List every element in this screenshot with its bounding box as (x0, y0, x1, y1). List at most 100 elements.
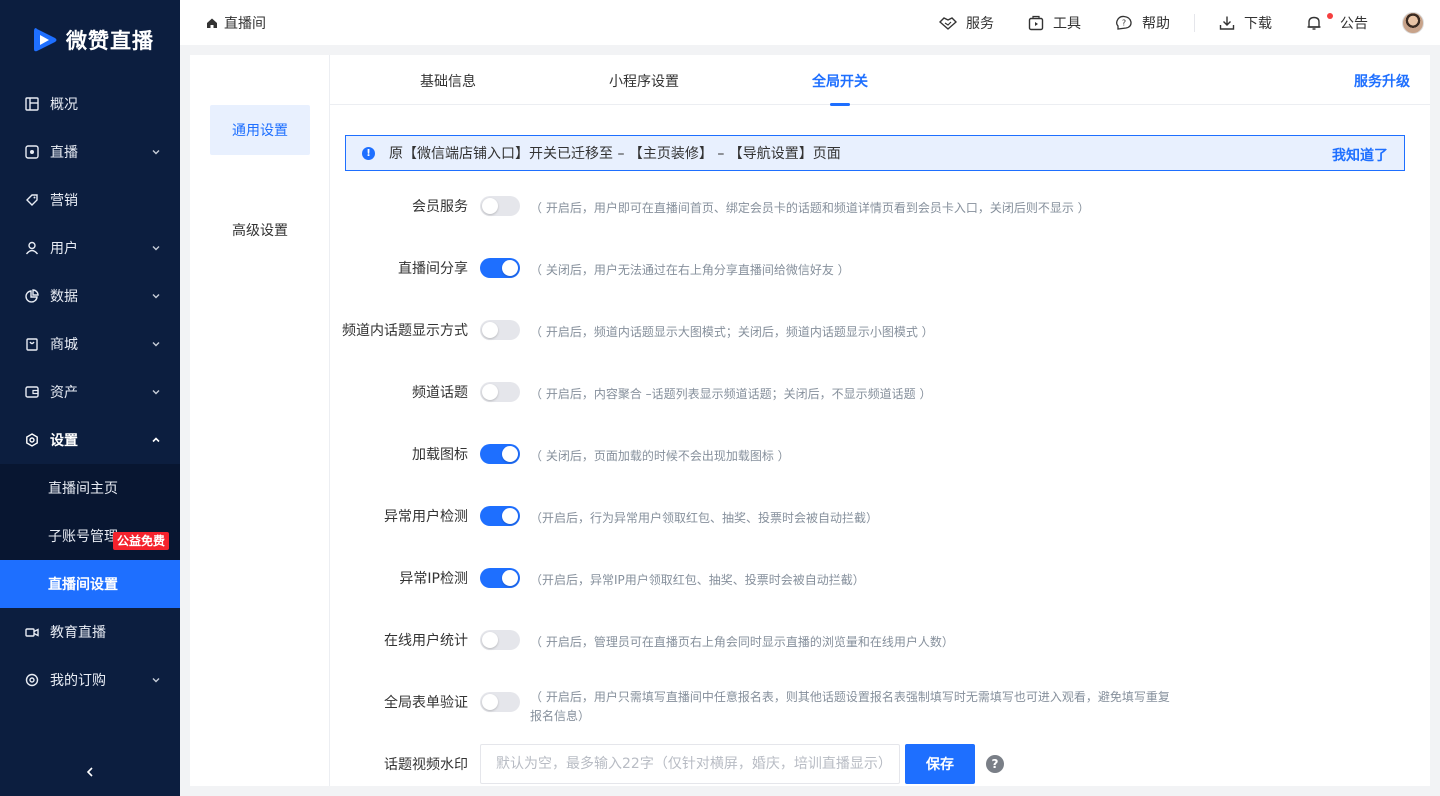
svg-text:?: ? (1122, 18, 1126, 27)
service-button[interactable]: 服务 (939, 13, 994, 33)
sidebar-item-label: 商城 (50, 337, 78, 353)
setting-desc: （ 开启后，频道内话题显示大图模式；关闭后，频道内话题显示小图模式 ） (530, 325, 934, 339)
breadcrumb-label: 直播间 (224, 16, 266, 32)
settings-tabs: 基础信息 小程序设置 全局开关 服务升级 (330, 55, 1430, 106)
tab-miniprogram[interactable]: 小程序设置 (609, 71, 679, 91)
settings-leftnav: 通用设置 高级设置 (190, 55, 330, 786)
sidebar-item-assets[interactable]: 资产 (0, 368, 180, 416)
divider (1194, 13, 1195, 32)
sidebar-item-label: 设置 (50, 433, 78, 449)
setting-desc: （ 关闭后，用户无法通过在右上角分享直播间给微信好友 ） (530, 263, 850, 277)
live-icon (24, 144, 40, 160)
sidebar: 微赞直播 概况 直播 营销 用户 数据 商城 资产 设置 直播间主页 子账号管理… (0, 0, 180, 796)
toggle-knob (502, 570, 518, 586)
sidebar-item-overview[interactable]: 概况 (0, 80, 180, 128)
toggle-online-stats[interactable] (480, 630, 520, 650)
chevron-down-icon (152, 150, 160, 155)
sidebar-item-marketing[interactable]: 营销 (0, 176, 180, 224)
toggle-knob (502, 260, 518, 276)
setting-row-member-service: 会员服务 （ 开启后，用户即可在直播间首页、绑定会员卡的话题和频道详情页看到会员… (330, 186, 1430, 226)
toggle-global-form[interactable] (480, 692, 520, 712)
toggle-knob (482, 384, 498, 400)
help-label: 帮助 (1142, 15, 1170, 32)
toggle-member-service[interactable] (480, 196, 520, 216)
alert-dismiss-button[interactable]: 我知道了 (1332, 145, 1388, 165)
sidebar-item-users[interactable]: 用户 (0, 224, 180, 272)
sidebar-item-data[interactable]: 数据 (0, 272, 180, 320)
toggle-knob (502, 508, 518, 524)
toolbox-icon (1028, 15, 1044, 30)
toggle-knob (482, 632, 498, 648)
sidebar-item-live[interactable]: 直播 (0, 128, 180, 176)
tag-icon (24, 192, 40, 208)
save-button[interactable]: 保存 (905, 744, 975, 784)
free-badge: 公益免费 (113, 532, 170, 550)
help-icon: ? (1116, 15, 1132, 30)
leftnav-general[interactable]: 通用设置 (210, 105, 310, 155)
toggle-share[interactable] (480, 258, 520, 278)
sidebar-item-label: 营销 (50, 193, 78, 209)
help-button[interactable]: ? 帮助 (1115, 13, 1170, 33)
settings-card: 通用设置 高级设置 基础信息 小程序设置 全局开关 服务升级 ! 原【微信端店铺… (190, 55, 1430, 786)
service-label: 服务 (966, 15, 994, 32)
toggle-channel-topics[interactable] (480, 382, 520, 402)
shop-icon (24, 336, 40, 352)
logo[interactable]: 微赞直播 (0, 0, 180, 80)
top-actions: 服务 工具 ? 帮助 下载 公告 (939, 0, 1440, 45)
toggle-loading-icon[interactable] (480, 444, 520, 464)
breadcrumb[interactable]: 直播间 (206, 13, 266, 33)
avatar[interactable] (1402, 11, 1424, 34)
sidebar-subitem-live-settings[interactable]: 直播间设置 (0, 560, 180, 608)
sidebar-item-label: 直播 (50, 145, 78, 161)
watermark-input[interactable] (480, 744, 900, 784)
collapse-sidebar-button[interactable] (0, 748, 180, 796)
setting-row-abnormal-ip: 异常IP检测 （开启后，异常IP用户领取红包、抽奖、投票时会被自动拦截） (330, 558, 1430, 598)
leftnav-advanced[interactable]: 高级设置 (210, 205, 310, 255)
toggle-abnormal-user[interactable] (480, 506, 520, 526)
sidebar-subitem-live-home[interactable]: 直播间主页 (0, 464, 180, 512)
unread-dot (1327, 12, 1333, 19)
tools-button[interactable]: 工具 (1028, 13, 1081, 33)
handshake-icon (939, 16, 957, 30)
setting-row-share: 直播间分享 （ 关闭后，用户无法通过在右上角分享直播间给微信好友 ） (330, 248, 1430, 288)
notice-button[interactable]: 公告 (1306, 12, 1368, 33)
setting-desc: （ 关闭后，页面加载的时候不会出现加载图标 ） (530, 449, 790, 463)
setting-row-watermark: 话题视频水印 保存 ? (330, 744, 1430, 784)
toggle-knob (502, 446, 518, 462)
sidebar-menu: 概况 直播 营销 用户 数据 商城 资产 设置 直播间主页 子账号管理 直播间设… (0, 80, 180, 704)
toggle-knob (482, 322, 498, 338)
question-icon[interactable]: ? (986, 755, 1004, 773)
sidebar-item-shop[interactable]: 商城 (0, 320, 180, 368)
sidebar-item-orders[interactable]: 我的订购 (0, 656, 180, 704)
toggle-abnormal-ip[interactable] (480, 568, 520, 588)
setting-row-online-stats: 在线用户统计 （ 开启后，管理员可在直播页右上角会同时显示直播的浏览量和在线用户… (330, 620, 1430, 660)
chevron-left-icon (86, 767, 93, 777)
sidebar-item-education[interactable]: 教育直播 (0, 608, 180, 656)
upgrade-link[interactable]: 服务升级 (1354, 71, 1410, 91)
tab-global-switches[interactable]: 全局开关 (812, 71, 868, 91)
setting-desc: （ 开启后，管理员可在直播页右上角会同时显示直播的浏览量和在线用户人数） (530, 635, 954, 649)
sidebar-item-label: 我的订购 (50, 673, 106, 689)
setting-label: 频道话题 (412, 385, 468, 401)
chevron-down-icon (152, 390, 160, 395)
sidebar-item-settings[interactable]: 设置 (0, 416, 180, 464)
order-icon (24, 672, 40, 688)
setting-label: 直播间分享 (398, 261, 468, 277)
setting-label: 加载图标 (412, 447, 468, 463)
download-button[interactable]: 下载 (1219, 13, 1272, 33)
tab-basic-info[interactable]: 基础信息 (420, 71, 476, 91)
setting-label: 频道内话题显示方式 (342, 323, 468, 339)
wallet-icon (24, 384, 40, 400)
info-icon: ! (362, 146, 375, 160)
setting-row-channel-topics: 频道话题 （ 开启后，内容聚合 –话题列表显示频道话题；关闭后，不显示频道话题 … (330, 372, 1430, 412)
setting-desc: （开启后，行为异常用户领取红包、抽奖、投票时会被自动拦截） (530, 511, 879, 525)
camera-icon (24, 624, 40, 640)
tools-label: 工具 (1053, 15, 1081, 32)
sidebar-item-label: 数据 (50, 289, 78, 305)
toggle-channel-topic-display[interactable] (480, 320, 520, 340)
bell-icon (1306, 12, 1333, 31)
sidebar-item-label: 教育直播 (50, 625, 106, 641)
sidebar-item-label: 资产 (50, 385, 78, 401)
setting-row-channel-topic-display: 频道内话题显示方式 （ 开启后，频道内话题显示大图模式；关闭后，频道内话题显示小… (330, 310, 1430, 350)
active-tab-indicator (830, 103, 850, 106)
